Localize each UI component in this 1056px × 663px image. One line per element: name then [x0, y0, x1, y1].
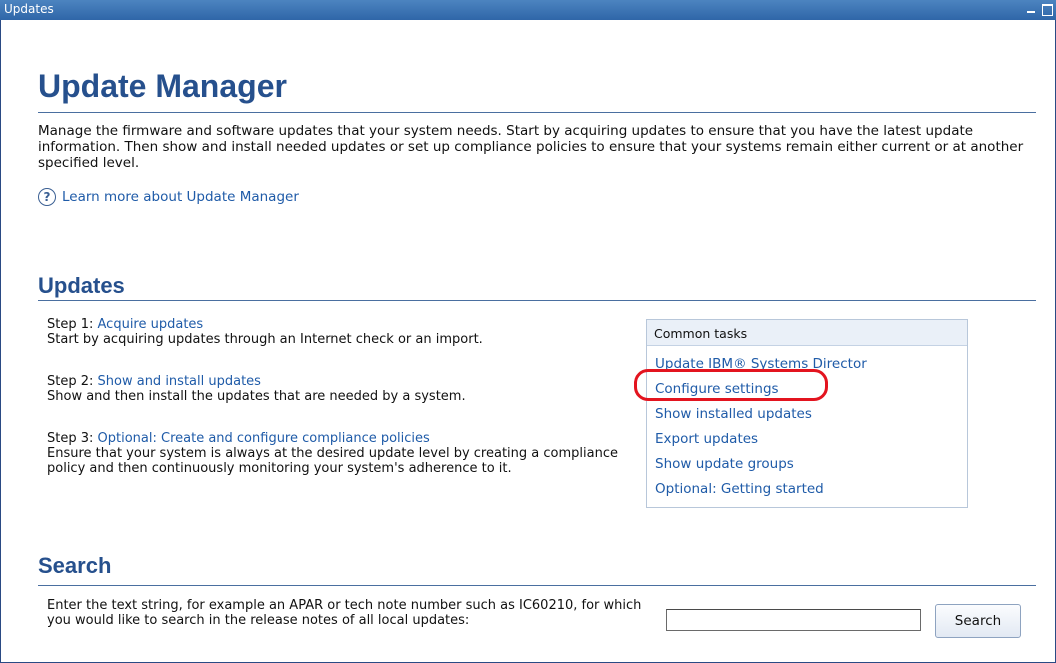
intro-text: Manage the firmware and software updates… — [38, 123, 1024, 171]
list-item: Update IBM® Systems Director — [655, 356, 967, 372]
show-installed-updates-link[interactable]: Show installed updates — [655, 406, 812, 422]
divider — [38, 300, 1036, 301]
window-titlebar: Updates — [0, 0, 1056, 20]
step-2: Step 2: Show and install updates Show an… — [47, 374, 627, 404]
step-3: Step 3: Optional: Create and configure c… — [47, 431, 627, 476]
common-tasks-list: Update IBM® Systems Director Configure s… — [647, 346, 967, 497]
show-install-updates-link[interactable]: Show and install updates — [98, 374, 261, 389]
search-input[interactable] — [666, 609, 921, 631]
list-item: Configure settings — [655, 381, 967, 397]
list-item: Export updates — [655, 431, 967, 447]
list-item: Optional: Getting started — [655, 481, 967, 497]
getting-started-link[interactable]: Optional: Getting started — [655, 481, 824, 497]
step-prefix: Step 1: — [47, 317, 98, 332]
common-tasks-header: Common tasks — [647, 320, 967, 346]
window-controls — [1025, 2, 1053, 16]
window-title: Updates — [4, 2, 54, 16]
common-tasks-panel: Common tasks Update IBM® Systems Directo… — [646, 319, 968, 508]
search-description: Enter the text string, for example an AP… — [47, 598, 642, 628]
learn-more-link[interactable]: Learn more about Update Manager — [62, 189, 299, 205]
step-prefix: Step 2: — [47, 374, 98, 389]
page-title: Update Manager — [38, 68, 287, 104]
updates-heading: Updates — [38, 273, 125, 298]
help-icon: ? — [38, 188, 56, 206]
search-heading: Search — [38, 553, 112, 578]
acquire-updates-link[interactable]: Acquire updates — [98, 317, 204, 332]
step-prefix: Step 3: — [47, 431, 98, 446]
update-director-link[interactable]: Update IBM® Systems Director — [655, 356, 867, 372]
step-description: Ensure that your system is always at the… — [47, 446, 618, 476]
divider — [38, 585, 1036, 586]
learn-more: ? Learn more about Update Manager — [38, 188, 299, 206]
export-updates-link[interactable]: Export updates — [655, 431, 758, 447]
step-1: Step 1: Acquire updates Start by acquiri… — [47, 317, 627, 347]
list-item: Show update groups — [655, 456, 967, 472]
maximize-icon[interactable] — [1041, 2, 1053, 16]
configure-settings-link[interactable]: Configure settings — [655, 381, 779, 397]
minimize-icon[interactable] — [1025, 2, 1037, 16]
list-item: Show installed updates — [655, 406, 967, 422]
search-button[interactable]: Search — [935, 604, 1021, 638]
compliance-policies-link[interactable]: Optional: Create and configure complianc… — [98, 431, 430, 446]
step-description: Show and then install the updates that a… — [47, 389, 466, 404]
step-description: Start by acquiring updates through an In… — [47, 332, 483, 347]
divider — [38, 112, 1036, 113]
show-update-groups-link[interactable]: Show update groups — [655, 456, 794, 472]
